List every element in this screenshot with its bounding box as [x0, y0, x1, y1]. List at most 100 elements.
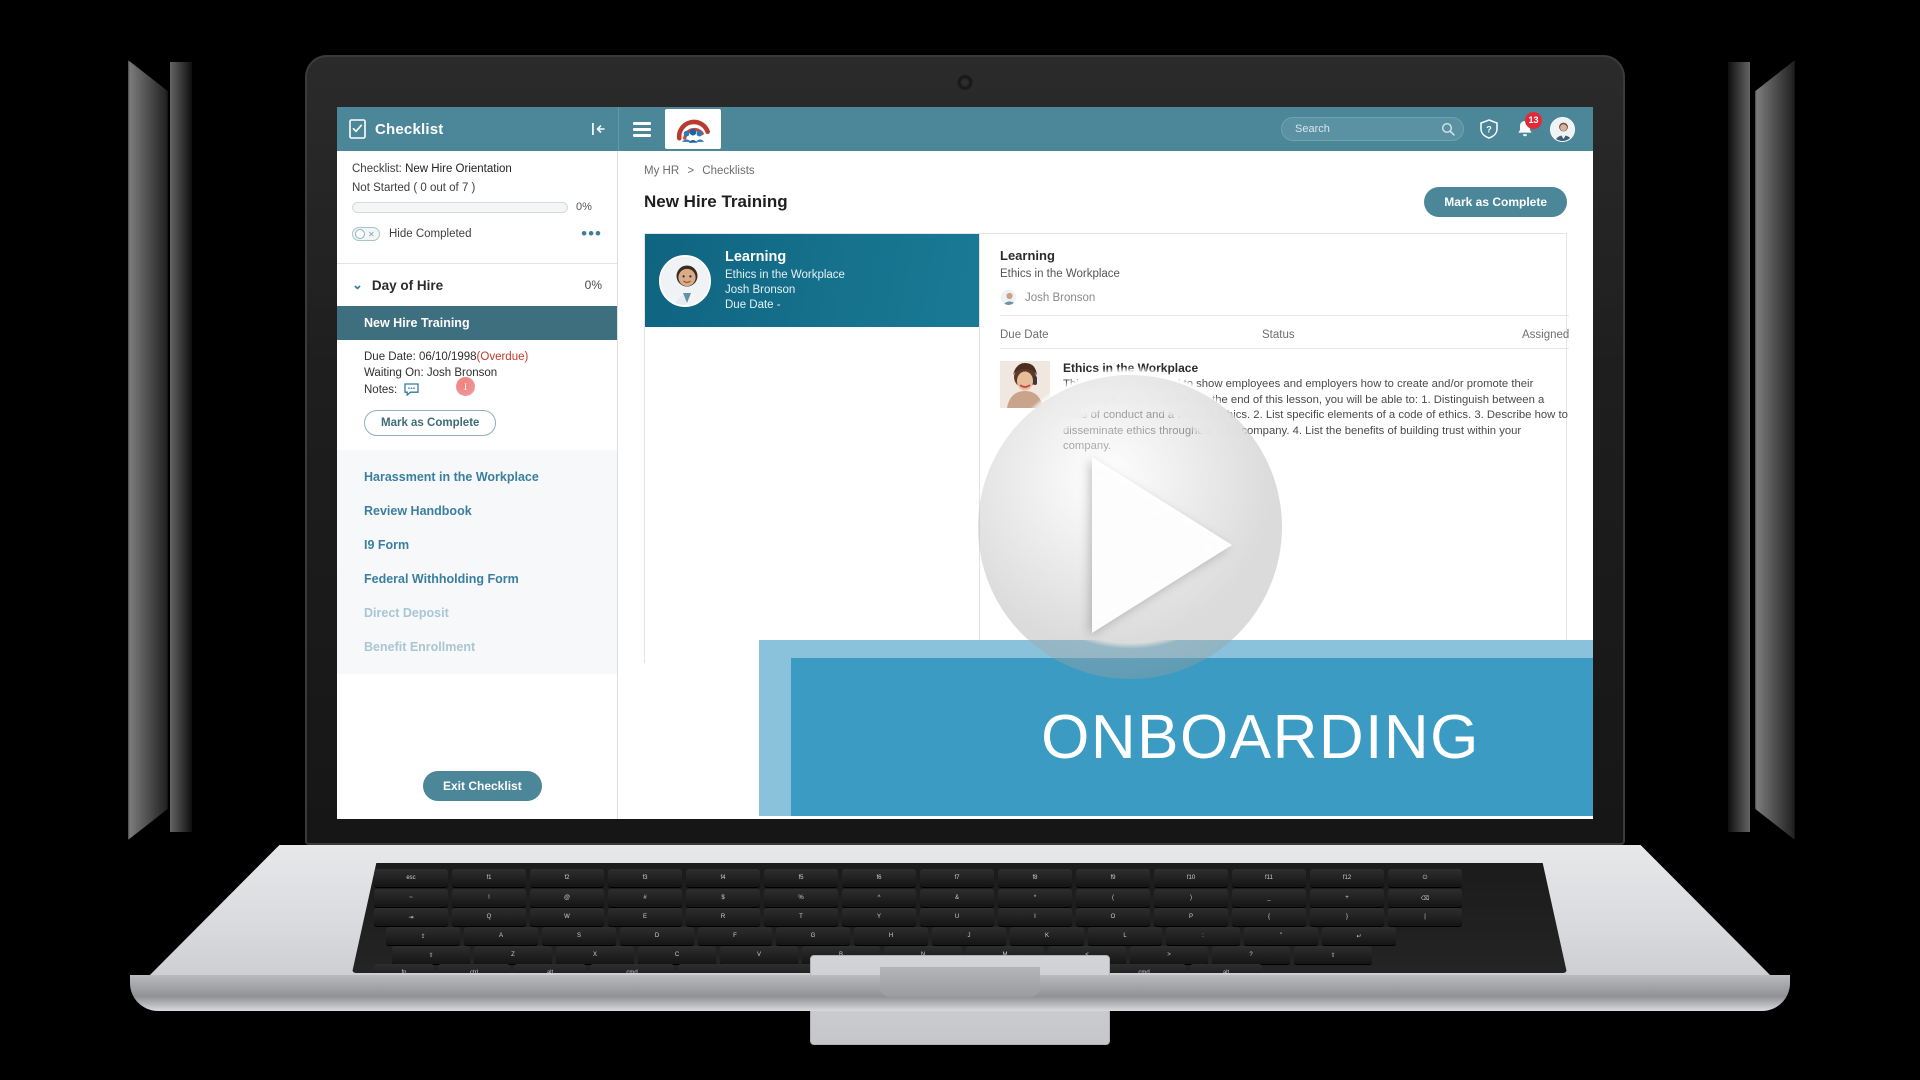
onboarding-video-title: ONBOARDING	[1041, 702, 1480, 772]
hide-completed-row: ✕ Hide Completed •••	[352, 225, 602, 242]
lesson-title: Ethics in the Workplace	[1063, 361, 1199, 375]
keyboard-key: f11	[1232, 869, 1306, 887]
sidebar-item-benefit-enrollment[interactable]: Benefit Enrollment	[337, 630, 617, 664]
search-box[interactable]	[1281, 117, 1464, 141]
svg-text:?: ?	[1486, 125, 1492, 135]
checklist-name-row: Checklist: New Hire Orientation	[352, 163, 602, 175]
search-icon[interactable]	[1441, 122, 1455, 136]
learning-card-course: Ethics in the Workplace	[725, 268, 845, 281]
hamburger-menu-icon[interactable]	[633, 121, 651, 137]
breadcrumb-root[interactable]: My HR	[644, 165, 679, 177]
keyboard-key: f2	[530, 869, 604, 887]
keyboard-key: E	[608, 908, 682, 926]
hide-completed-toggle[interactable]: ✕	[352, 227, 380, 241]
sidebar-item-direct-deposit[interactable]: Direct Deposit	[337, 596, 617, 630]
onboarding-video-overlay[interactable]: ONBOARDING ◑ ⊘ ⊗ ✐ ⌘ ❙❙ ❙ ✕	[759, 640, 1593, 816]
detail-title: Learning	[1000, 248, 1055, 263]
keyboard-key: #	[608, 889, 682, 907]
page-header: New Hire Training Mark as Complete	[618, 177, 1593, 217]
company-logo-mark	[676, 119, 710, 143]
waiting-on-label: Waiting On:	[364, 367, 424, 379]
lesson-row[interactable]: Ethics in the Workplace This lesson is d…	[1000, 349, 1569, 455]
sidebar-group-day-of-hire[interactable]: ⌄ Day of Hire 0%	[337, 264, 617, 306]
keyboard-row: esc f1 f2 f3 f4 f5 f6 f7 f8 f9 f10 f11 f12 ⏻	[374, 869, 1462, 887]
mouse-cursor-highlight: I	[456, 377, 475, 396]
keyboard-key: U	[920, 908, 994, 926]
learning-card[interactable]: Learning Ethics in the Workplace Josh Br…	[645, 234, 979, 327]
keyboard-key: &	[920, 889, 994, 907]
keyboard-key: @	[530, 889, 604, 907]
user-avatar[interactable]	[1550, 116, 1575, 142]
laptop-reflection-right-inner	[1728, 62, 1750, 832]
overdue-badge: (Overdue)	[476, 351, 529, 363]
more-options-icon[interactable]: •••	[581, 225, 602, 242]
avatar-illustration	[1001, 290, 1016, 305]
sidebar-item-handbook[interactable]: Review Handbook	[337, 494, 617, 528]
keyboard-key: K	[1010, 927, 1084, 945]
keyboard-key: ⌫	[1388, 889, 1462, 907]
main-content: My HR > Checklists New Hire Training Mar…	[618, 151, 1593, 819]
search-input[interactable]	[1293, 122, 1437, 136]
detail-person-name: Josh Bronson	[1025, 291, 1096, 304]
keyboard-row: ~! @ # $% ^ & *() _ + ⌫	[374, 889, 1462, 907]
column-header-due-date: Due Date	[1000, 329, 1049, 341]
keyboard-row: ⇪ A S D F G H J K L: " ↵	[386, 927, 1396, 945]
help-question-icon[interactable]: ?	[1478, 118, 1500, 140]
keyboard-key: ⇪	[386, 927, 460, 945]
keyboard-key: S	[542, 927, 616, 945]
keyboard-key: Z	[474, 946, 552, 964]
keyboard-row: ⇥ Q W E R T Y U I O P{} |	[374, 908, 1462, 926]
collapse-panel-icon[interactable]	[590, 121, 606, 137]
column-header-status: Status	[1262, 329, 1295, 341]
comment-bubble-icon[interactable]	[404, 383, 419, 396]
notes-row: Notes: I	[364, 377, 602, 396]
keyboard-key: L	[1088, 927, 1162, 945]
application-window: Checklist Search ? 13 Checklist: New Hir…	[337, 107, 1593, 819]
keyboard-key: X	[556, 946, 634, 964]
notifications-button[interactable]: 13	[1514, 112, 1542, 140]
hide-completed-label: Hide Completed	[389, 228, 472, 240]
lesson-description: This lesson is designed to show employee…	[1063, 378, 1568, 452]
keyboard-key: esc	[374, 869, 448, 887]
sidebar-item-harassment[interactable]: Harassment in the Workplace	[337, 460, 617, 494]
sidebar-item-i9-form[interactable]: I9 Form	[337, 528, 617, 562]
sidebar-item-new-hire-training[interactable]: New Hire Training	[337, 306, 617, 340]
keyboard-key: W	[530, 908, 604, 926]
checklist-progress: 0%	[352, 201, 602, 213]
keyboard-key: _	[1232, 889, 1306, 907]
keyboard-key: *	[998, 889, 1072, 907]
keyboard-key: f8	[998, 869, 1072, 887]
screenshot-stage: Checklist Search ? 13 Checklist: New Hir…	[0, 0, 1920, 1080]
checklist-name: New Hire Orientation	[405, 163, 512, 175]
keyboard-key: "	[1244, 927, 1318, 945]
keyboard-key: :	[1166, 927, 1240, 945]
mark-as-complete-sidebar-button[interactable]: Mark as Complete	[364, 410, 497, 436]
keyboard-key: ?	[1212, 946, 1290, 964]
webcam-icon	[959, 77, 971, 88]
breadcrumb: My HR > Checklists	[618, 151, 1593, 177]
checklist-label: Checklist:	[352, 163, 402, 175]
avatar-illustration	[661, 256, 709, 305]
keyboard-key: C	[638, 946, 716, 964]
active-task-detail: Due Date: 06/10/1998(Overdue) Waiting On…	[337, 340, 617, 450]
avatar-illustration	[1551, 117, 1574, 141]
keyboard-key: |	[1388, 908, 1462, 926]
keyboard-key: {	[1232, 908, 1306, 926]
checklist-panel-title: Checklist	[375, 120, 444, 138]
due-date-value: 06/10/1998	[418, 351, 477, 363]
toggle-knob	[355, 229, 365, 239]
keyboard-key: I	[998, 908, 1072, 926]
keyboard-key: +	[1310, 889, 1384, 907]
keyboard-key: D	[620, 927, 694, 945]
breadcrumb-current[interactable]: Checklists	[702, 165, 754, 177]
exit-checklist-button[interactable]: Exit Checklist	[423, 771, 542, 801]
keyboard-key: ~	[374, 889, 448, 907]
laptop-reflection-left	[128, 60, 168, 840]
sidebar-item-withholding[interactable]: Federal Withholding Form	[337, 562, 617, 596]
keyboard-key: f7	[920, 869, 994, 887]
mark-as-complete-button[interactable]: Mark as Complete	[1424, 187, 1567, 217]
company-people-logo[interactable]	[665, 109, 721, 149]
detail-person-row: Josh Bronson	[1000, 289, 1570, 316]
chevron-down-icon: ⌄	[352, 277, 363, 292]
keyboard-key: V	[720, 946, 798, 964]
